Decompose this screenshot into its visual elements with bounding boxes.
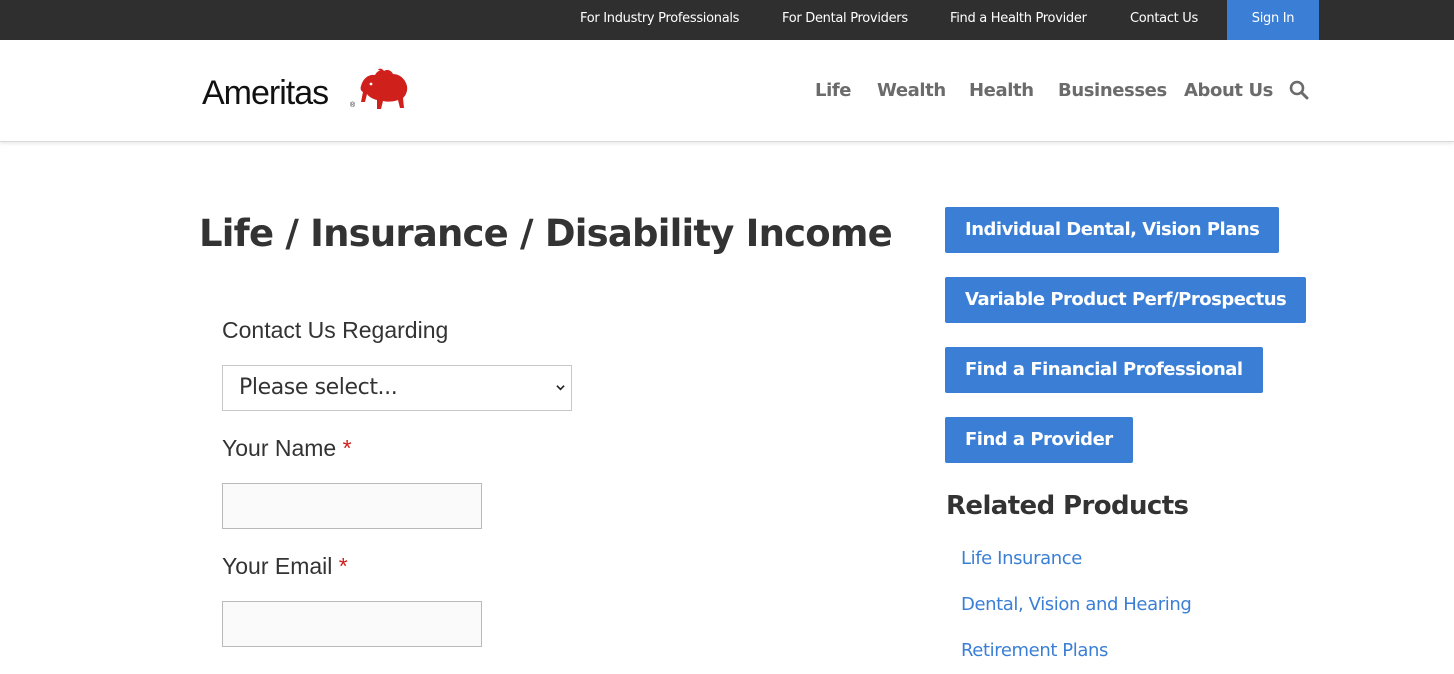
- utility-bar: For Industry Professionals For Dental Pr…: [0, 0, 1454, 40]
- link-find-health-provider[interactable]: Find a Health Provider: [950, 0, 1087, 40]
- search-icon[interactable]: [1289, 80, 1309, 100]
- related-life-insurance-link[interactable]: Life Insurance: [961, 548, 1082, 569]
- link-industry-professionals[interactable]: For Industry Professionals: [580, 0, 739, 40]
- sign-in-button[interactable]: Sign In: [1227, 0, 1319, 40]
- nav-health[interactable]: Health: [969, 80, 1034, 101]
- find-financial-professional-button[interactable]: Find a Financial Professional: [945, 347, 1263, 393]
- chevron-down-icon: [556, 385, 565, 391]
- name-label-text: Your Name: [222, 435, 337, 461]
- variable-product-button[interactable]: Variable Product Perf/Prospectus: [945, 277, 1307, 323]
- regarding-label: Contact Us Regarding: [222, 317, 449, 343]
- link-contact-us[interactable]: Contact Us: [1130, 0, 1198, 40]
- related-dental-vision-hearing-link[interactable]: Dental, Vision and Hearing: [961, 594, 1192, 615]
- email-field[interactable]: [222, 601, 482, 647]
- site-header: Ameritas ® Life Wealth Health Businesses…: [0, 40, 1454, 142]
- logo-registered-mark: ®: [350, 102, 356, 109]
- related-products-heading: Related Products: [946, 491, 1189, 521]
- name-label: Your Name *: [222, 435, 352, 462]
- link-dental-providers[interactable]: For Dental Providers: [782, 0, 908, 40]
- nav-about-us[interactable]: About Us: [1184, 80, 1273, 101]
- email-label: Your Email *: [222, 553, 348, 580]
- regarding-select-value: Please select...: [239, 375, 398, 400]
- page-title: Life / Insurance / Disability Income: [199, 212, 893, 255]
- name-field[interactable]: [222, 483, 482, 529]
- regarding-select[interactable]: Please select...: [222, 365, 572, 411]
- nav-life[interactable]: Life: [815, 80, 851, 101]
- logo-wordmark: Ameritas: [202, 74, 329, 112]
- bison-icon: [360, 68, 408, 109]
- required-marker: *: [342, 435, 352, 461]
- nav-wealth[interactable]: Wealth: [877, 80, 946, 101]
- related-retirement-plans-link[interactable]: Retirement Plans: [961, 640, 1108, 661]
- required-marker: *: [338, 553, 348, 579]
- nav-businesses[interactable]: Businesses: [1058, 80, 1167, 101]
- individual-dental-vision-button[interactable]: Individual Dental, Vision Plans: [945, 207, 1280, 253]
- email-label-text: Your Email: [222, 553, 333, 579]
- find-provider-button[interactable]: Find a Provider: [945, 417, 1133, 463]
